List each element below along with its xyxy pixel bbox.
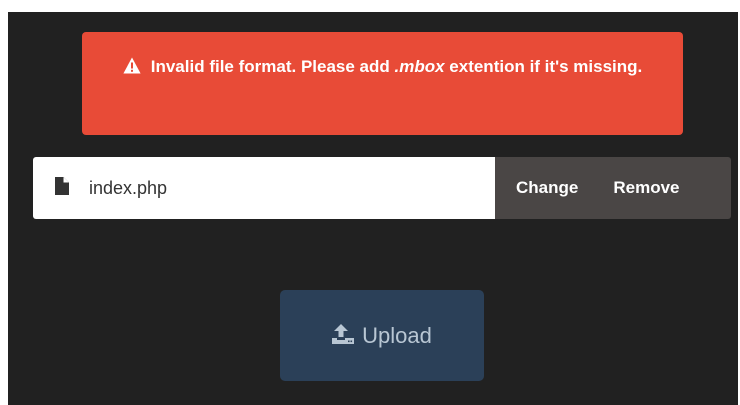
warning-icon: [123, 55, 141, 82]
upload-label: Upload: [362, 322, 432, 348]
remove-button[interactable]: Remove: [613, 178, 679, 198]
error-alert: Invalid file format. Please add .mbox ex…: [82, 32, 683, 135]
file-name: index.php: [89, 177, 168, 198]
alert-message-emphasis: .mbox: [394, 57, 445, 76]
upload-panel: Invalid file format. Please add .mbox ex…: [8, 12, 738, 405]
file-actions: Change Remove: [495, 157, 731, 219]
alert-message-start: Invalid file format. Please add: [150, 57, 395, 76]
file-display: index.php: [33, 157, 495, 219]
upload-icon: [332, 323, 355, 350]
alert-message-end: extention if it's missing.: [444, 57, 643, 76]
selected-file-row: index.php Change Remove: [33, 157, 731, 219]
change-button[interactable]: Change: [516, 178, 578, 198]
file-icon: [55, 176, 69, 200]
upload-button[interactable]: Upload: [280, 290, 484, 381]
